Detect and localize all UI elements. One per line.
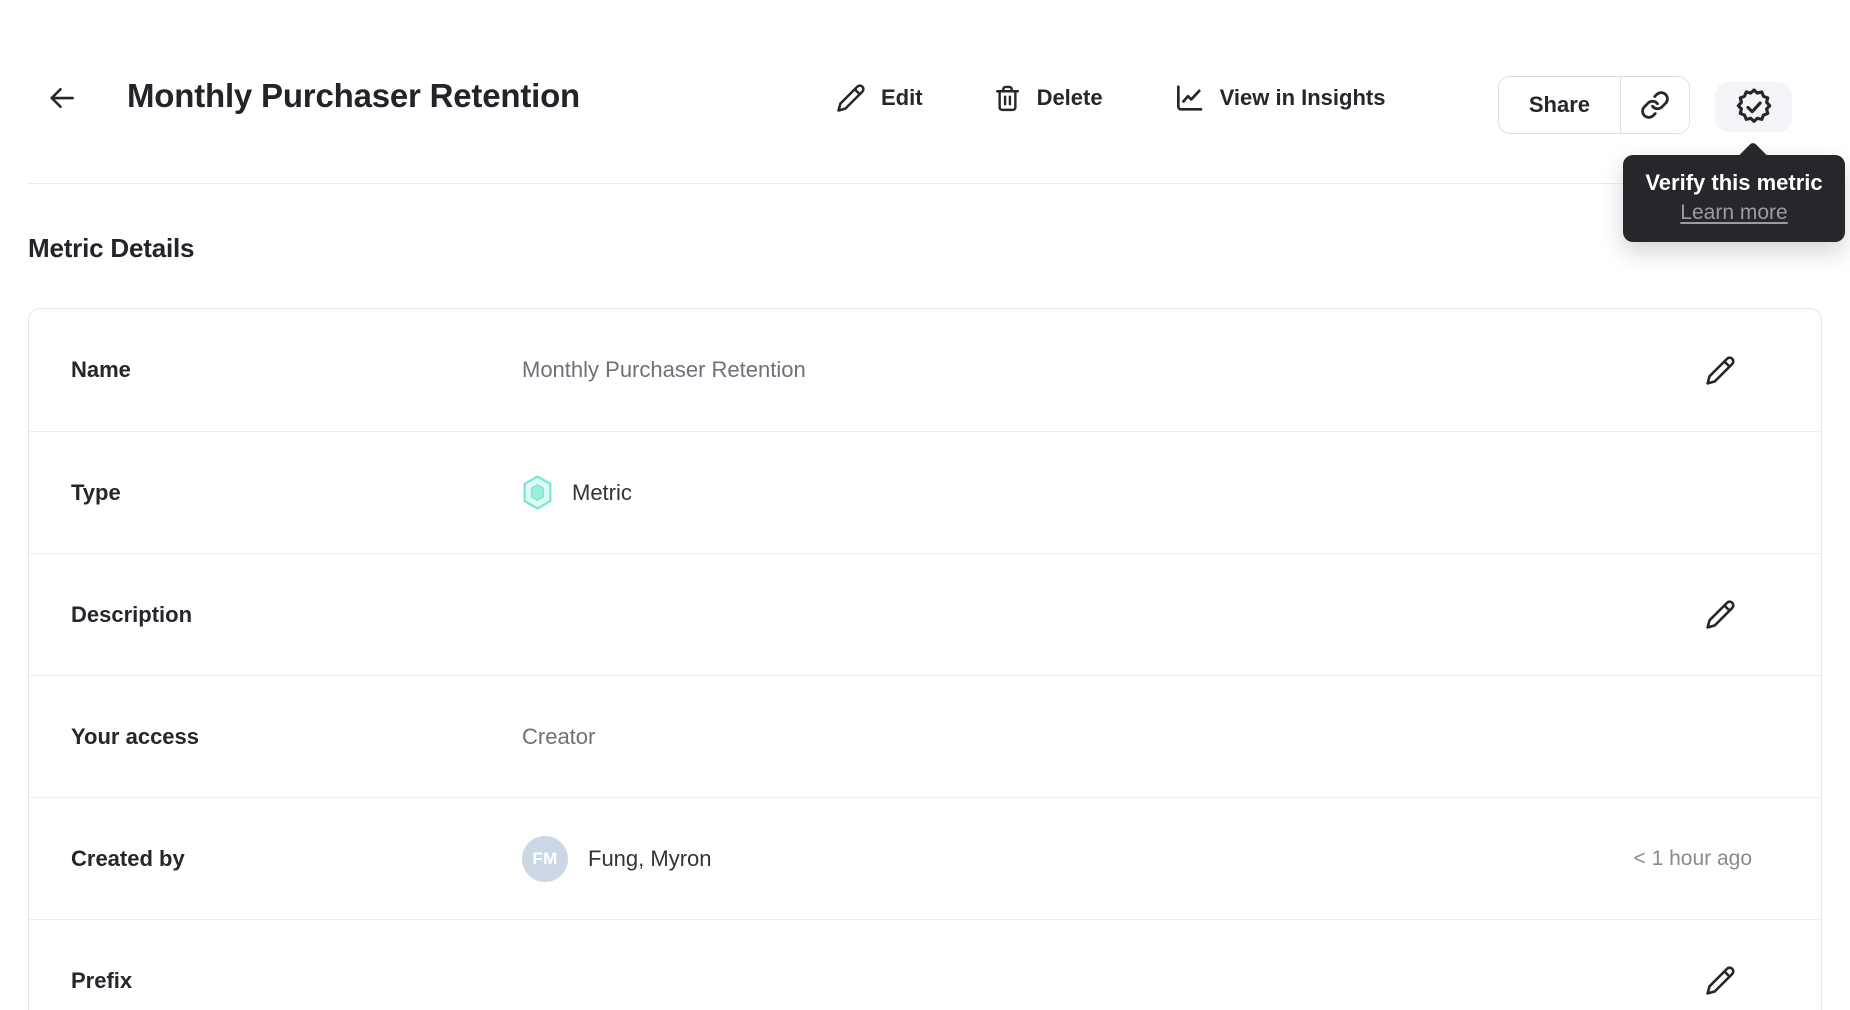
page-header: Monthly Purchaser Retention Edit Delete (0, 0, 1850, 242)
header-buttons: Share (1497, 76, 1792, 134)
metric-detail-page: Monthly Purchaser Retention Edit Delete (0, 0, 1850, 1010)
share-button[interactable]: Share (1498, 77, 1620, 133)
row-label: Prefix (71, 967, 133, 993)
created-time: < 1 hour ago (1633, 846, 1752, 870)
pencil-icon (1706, 355, 1735, 385)
delete-button[interactable]: Delete (993, 84, 1103, 113)
section-title: Metric Details (28, 233, 195, 263)
learn-more-link[interactable]: Learn more (1680, 201, 1787, 225)
trash-icon (995, 85, 1019, 111)
arrow-left-icon (50, 87, 74, 109)
copy-link-button[interactable] (1620, 77, 1689, 133)
line-chart-icon (1176, 85, 1202, 111)
edit-label: Edit (881, 85, 923, 110)
detail-row-created-by: Created by FM Fung, Myron < 1 hour ago (29, 797, 1821, 919)
link-icon (1641, 91, 1669, 119)
edit-button[interactable]: Edit (836, 83, 923, 113)
access-value: Creator (522, 723, 596, 749)
detail-row-type: Type Metric (29, 431, 1821, 553)
share-button-group: Share (1497, 76, 1690, 134)
verify-tooltip: Verify this metric Learn more (1623, 141, 1845, 242)
page-title: Monthly Purchaser Retention (127, 77, 580, 114)
detail-row-access: Your access Creator (29, 675, 1821, 797)
share-label: Share (1528, 92, 1590, 117)
pencil-icon (1706, 600, 1735, 629)
view-in-insights-label: View in Insights (1219, 85, 1386, 110)
type-value: Metric (522, 475, 1779, 510)
row-label: Description (71, 601, 193, 627)
edit-name-button[interactable] (1705, 355, 1736, 386)
delete-label: Delete (1036, 85, 1103, 110)
header-left: Monthly Purchaser Retention (44, 76, 580, 116)
detail-row-description: Description (29, 553, 1821, 675)
back-button[interactable] (44, 80, 80, 116)
pencil-icon (837, 84, 865, 112)
created-by-value: FM Fung, Myron (522, 835, 1633, 882)
detail-row-name: Name Monthly Purchaser Retention (29, 309, 1821, 431)
edit-description-button[interactable] (1705, 599, 1736, 630)
avatar: FM (522, 835, 568, 882)
detail-row-prefix: Prefix (29, 919, 1821, 1010)
metric-details-card: Name Monthly Purchaser Retention Type Me… (28, 308, 1822, 1010)
main-content: Metric Details Name Monthly Purchaser Re… (0, 183, 1850, 1010)
row-label: Type (71, 479, 121, 505)
edit-prefix-button[interactable] (1705, 965, 1736, 996)
verify-metric-button[interactable] (1715, 82, 1792, 132)
view-in-insights-button[interactable]: View in Insights (1173, 82, 1386, 114)
header-actions: Edit Delete View in Insights (836, 76, 1385, 120)
verified-badge-icon (1736, 88, 1771, 123)
header-divider (28, 183, 1822, 184)
creator-name: Fung, Myron (588, 845, 712, 871)
type-label: Metric (572, 479, 632, 505)
hexagon-metric-icon (522, 475, 553, 510)
tooltip-arrow (1737, 141, 1769, 173)
pencil-icon (1706, 966, 1735, 995)
row-label: Created by (71, 845, 185, 871)
row-label: Name (71, 357, 131, 382)
name-value: Monthly Purchaser Retention (522, 357, 806, 382)
tooltip-title: Verify this metric (1645, 170, 1823, 195)
row-label: Your access (71, 723, 200, 749)
